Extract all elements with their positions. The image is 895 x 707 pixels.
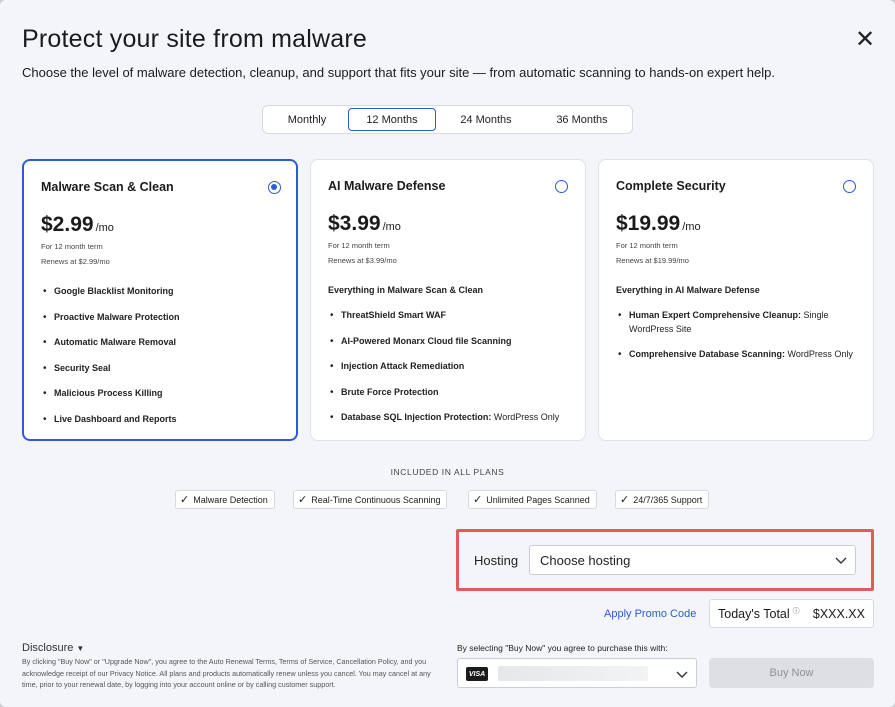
plan-intro: Everything in Malware Scan & Clean (328, 285, 484, 295)
buy-now-button[interactable]: Buy Now (709, 658, 874, 688)
plan-radio[interactable] (843, 180, 856, 193)
info-icon[interactable]: ⓘ (793, 606, 800, 616)
plan-renew-note: Renews at $2.99/mo (41, 257, 110, 266)
plan-feature: Live Dashboard and Reports (41, 413, 289, 427)
plan-radio[interactable] (555, 180, 568, 193)
plan-features: Human Expert Comprehensive Cleanup: Sing… (616, 309, 864, 374)
total-label: Today's Total (718, 606, 790, 621)
page-title: Protect your site from malware (22, 25, 367, 53)
check-icon: ✓ (620, 494, 630, 506)
plan-feature: Comprehensive Database Scanning: WordPre… (616, 348, 864, 362)
plan-feature: Human Expert Comprehensive Cleanup: Sing… (616, 309, 864, 336)
chevron-down-icon (835, 557, 847, 564)
plan-feature: Automatic Malware Removal (41, 336, 289, 350)
plan-features: ThreatShield Smart WAF AI-Powered Monarx… (328, 309, 576, 437)
disclosure-toggle[interactable]: Disclosure ▼ (22, 642, 84, 654)
plan-feature: Security Seal (41, 362, 289, 376)
included-chip: ✓ 24/7/365 Support (615, 490, 710, 509)
plan-feature: ThreatShield Smart WAF (328, 309, 576, 323)
plan-name: Complete Security (616, 179, 726, 193)
plan-feature: Proactive Malware Protection (41, 311, 289, 325)
plan-feature: AI-Powered Monarx Cloud file Scanning (328, 335, 576, 349)
plan-card-complete-security[interactable]: Complete Security $19.99/mo For 12 month… (598, 159, 874, 441)
term-selector: Monthly 12 Months 24 Months 36 Months (262, 105, 633, 134)
plan-features: Google Blacklist Monitoring Proactive Ma… (41, 285, 289, 438)
check-icon: ✓ (298, 494, 308, 506)
plan-feature: Brute Force Protection (328, 386, 576, 400)
apply-promo-code-link[interactable]: Apply Promo Code (604, 608, 696, 620)
plan-price: $2.99/mo (41, 213, 114, 236)
plan-renew-note: Renews at $19.99/mo (616, 256, 689, 265)
plan-radio[interactable] (268, 181, 281, 194)
hosting-label: Hosting (474, 553, 519, 568)
payment-method-select[interactable]: VISA (457, 658, 697, 688)
hosting-select-value: Choose hosting (540, 552, 631, 568)
check-icon: ✓ (473, 494, 483, 506)
plan-price: $19.99/mo (616, 212, 701, 235)
close-icon[interactable]: ✕ (854, 28, 876, 52)
chevron-down-icon (676, 671, 688, 678)
plan-card-malware-scan-clean[interactable]: Malware Scan & Clean $2.99/mo For 12 mon… (22, 159, 298, 441)
plan-feature: Database SQL Injection Protection: WordP… (328, 411, 576, 425)
term-option-12-months[interactable]: 12 Months (348, 108, 436, 131)
plan-term-note: For 12 month term (616, 241, 678, 250)
included-label: INCLUDED IN ALL PLANS (390, 467, 505, 477)
visa-icon: VISA (466, 667, 488, 681)
malware-protection-modal: Protect your site from malware ✕ Choose … (0, 0, 895, 707)
plan-feature: Injection Attack Remediation (328, 360, 576, 374)
hosting-select[interactable]: Choose hosting (529, 545, 856, 575)
plan-feature: Malicious Process Killing (41, 387, 289, 401)
plan-name: Malware Scan & Clean (41, 180, 174, 194)
term-option-24-months[interactable]: 24 Months (436, 108, 536, 131)
included-chip: ✓ Real-Time Continuous Scanning (293, 490, 448, 509)
term-option-monthly[interactable]: Monthly (266, 108, 348, 131)
caret-down-icon: ▼ (76, 644, 85, 653)
masked-card-number (498, 666, 648, 681)
term-option-36-months[interactable]: 36 Months (536, 108, 628, 131)
plan-intro: Everything in AI Malware Defense (616, 285, 760, 295)
plan-card-ai-malware-defense[interactable]: AI Malware Defense $3.99/mo For 12 month… (310, 159, 586, 441)
purchase-agreement-text: By selecting "Buy Now" you agree to purc… (457, 643, 668, 653)
plan-term-note: For 12 month term (41, 242, 103, 251)
plan-price: $3.99/mo (328, 212, 401, 235)
page-subtitle: Choose the level of malware detection, c… (22, 65, 775, 80)
plan-name: AI Malware Defense (328, 179, 446, 193)
included-chip: ✓ Malware Detection (175, 490, 275, 509)
included-chip: ✓ Unlimited Pages Scanned (468, 490, 597, 509)
plan-renew-note: Renews at $3.99/mo (328, 256, 397, 265)
todays-total: Today's Total ⓘ $XXX.XX (709, 599, 874, 628)
plan-feature: Google Blacklist Monitoring (41, 285, 289, 299)
check-icon: ✓ (180, 494, 190, 506)
plan-term-note: For 12 month term (328, 241, 390, 250)
total-amount: $XXX.XX (812, 606, 865, 621)
disclosure-text: By clicking "Buy Now" or "Upgrade Now", … (22, 657, 431, 689)
